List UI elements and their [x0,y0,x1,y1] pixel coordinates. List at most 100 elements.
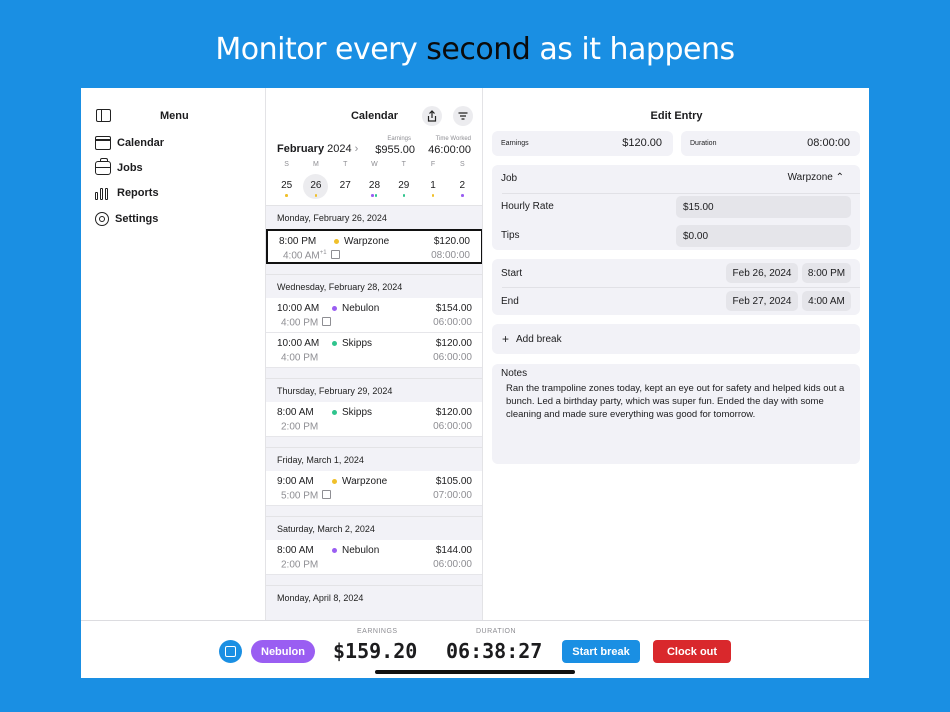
weekday-label: T [401,161,406,168]
entry-pay: $105.00 [435,476,472,487]
weekday-label: S [459,161,465,168]
weekday-label: M [313,161,319,168]
bar-chart-icon [95,186,111,200]
day-section-header: Wednesday, February 28, 2024 [266,274,482,298]
entry-pay: $120.00 [435,338,472,349]
entry-start: 9:00 AM [277,476,314,487]
day-section-header: Thursday, February 29, 2024 [266,378,482,402]
notes-textarea[interactable]: Ran the trampoline zones today, kept an … [506,382,846,421]
sidebar-item-label: Calendar [117,137,165,149]
entry-duration: 06:00:00 [433,421,472,432]
job-select[interactable]: Warpzone ⌃ [788,172,844,183]
end-time-picker[interactable]: 4:00 AM [802,291,851,311]
home-indicator [375,670,575,674]
day-cell[interactable]: 26 [301,174,330,200]
entry-pay: $154.00 [435,303,472,314]
sidebar-item-jobs[interactable]: Jobs [95,158,143,177]
active-job-badge[interactable]: Nebulon [251,640,315,663]
tips-input[interactable]: $0.00 [676,225,851,247]
job-dot [461,194,464,197]
sidebar-item-calendar[interactable]: Calendar [95,134,164,152]
day-section-header: Friday, March 1, 2024 [266,447,482,471]
day-number: 29 [398,180,410,191]
add-break-label: Add break [516,334,562,345]
entry-job-name: Nebulon [342,545,380,556]
job-color-dot [332,306,337,311]
chevron-up-down-icon: ⌃ [835,172,844,183]
month-name: February [277,143,325,155]
entry-pay: $120.00 [433,236,470,247]
start-date-picker[interactable]: Feb 26, 2024 [726,263,798,283]
sidebar-item-settings[interactable]: Settings [95,210,158,228]
shift-entry[interactable]: 9:00 AM Warpzone $105.00 5:00 PM 07:00:00 [266,471,482,506]
entry-job: Skipps [332,338,372,349]
day-cell[interactable]: 2 [448,174,477,200]
day-number: 27 [339,180,351,191]
share-icon [427,110,437,122]
job-color-dot [332,410,337,415]
shift-entry[interactable]: 8:00 AM Skipps $120.00 2:00 PM 06:00:00 [266,402,482,437]
calendar-panel: Calendar February 2024 › Earnings $955.00… [266,88,483,620]
earnings-card-value: $120.00 [622,137,662,149]
app-window: Menu Calendar Jobs Reports Settings Cale… [81,88,869,678]
entry-pay: $144.00 [435,545,472,556]
sidebar-item-reports[interactable]: Reports [95,184,159,202]
headline: Monitor every second as it happens [0,32,950,67]
day-section-header: Saturday, March 2, 2024 [266,516,482,540]
time-worked-label: Time Worked [435,136,471,142]
add-break-button[interactable]: + Add break [492,324,860,354]
next-day-marker: +1 [319,250,327,256]
entry-job-name: Skipps [342,407,373,418]
entry-start: 8:00 PM [279,236,317,247]
entry-end-time: 5:00 PM [281,490,319,502]
job-color-dot [332,341,337,346]
sidebar-toggle-icon[interactable] [96,109,111,122]
entry-start: 10:00 AM [277,338,320,349]
edit-shift-icon[interactable] [219,640,242,663]
start-time-picker[interactable]: 8:00 PM [802,263,851,283]
job-dot [402,194,406,197]
shift-entry[interactable]: 10:00 AM Skipps $120.00 4:00 PM 06:00:00 [266,333,482,368]
job-color-dot [332,479,337,484]
earnings-card: Earnings $120.00 [492,131,673,156]
day-cell[interactable]: 27 [331,174,360,200]
day-number: 25 [281,180,293,191]
entry-start: 8:00 AM [277,545,314,556]
hourly-rate-input[interactable]: $15.00 [676,196,851,218]
duration-card-value: 08:00:00 [807,137,850,149]
active-shift-bar: Nebulon EARNINGS $159.20 DURATION 06:38:… [81,620,869,678]
entry-job: Nebulon [332,303,379,314]
hourly-rate-label: Hourly Rate [501,201,554,212]
end-date-picker[interactable]: Feb 27, 2024 [726,291,798,311]
entry-end: 4:00 AM+1 [283,250,340,261]
entry-job: Warpzone [332,476,387,487]
shift-entry[interactable]: 8:00 PM Warpzone $120.00 4:00 AM+1 08:00:00 [266,229,482,264]
week-strip: 25 26 27 28 29 1 2 [272,174,477,200]
day-cell[interactable]: 28 [360,174,389,200]
shift-entry[interactable]: 8:00 AM Nebulon $144.00 2:00 PM 06:00:00 [266,540,482,575]
day-cell[interactable]: 25 [272,174,301,200]
month-year: 2024 [327,143,352,155]
live-duration-label: DURATION [476,628,517,635]
clock-out-button[interactable]: Clock out [653,640,731,663]
day-cell[interactable]: 1 [418,174,447,200]
live-duration: 06:38:27 [446,639,543,663]
entry-list: Monday, February 26, 2024 8:00 PM Warpzone… [266,205,482,620]
headline-part: as it happens [530,32,735,67]
day-section-header: Monday, April 8, 2024 [266,585,482,609]
day-cell[interactable]: 29 [389,174,418,200]
filter-button[interactable] [453,106,473,126]
share-button[interactable] [422,106,442,126]
month-picker[interactable]: February 2024 › [277,143,358,155]
note-icon [330,250,340,260]
entry-duration: 07:00:00 [433,490,472,501]
job-dot [285,194,288,197]
entry-duration: 06:00:00 [433,559,472,570]
entry-start: 8:00 AM [277,407,314,418]
entry-end-time: 2:00 PM [281,421,319,433]
shift-entry[interactable]: 10:00 AM Nebulon $154.00 4:00 PM 06:00:00 [266,298,482,333]
sidebar-item-label: Reports [117,187,159,199]
entry-end: 4:00 PM [281,352,318,363]
weekday-label: F [430,161,436,168]
start-break-button[interactable]: Start break [562,640,640,663]
